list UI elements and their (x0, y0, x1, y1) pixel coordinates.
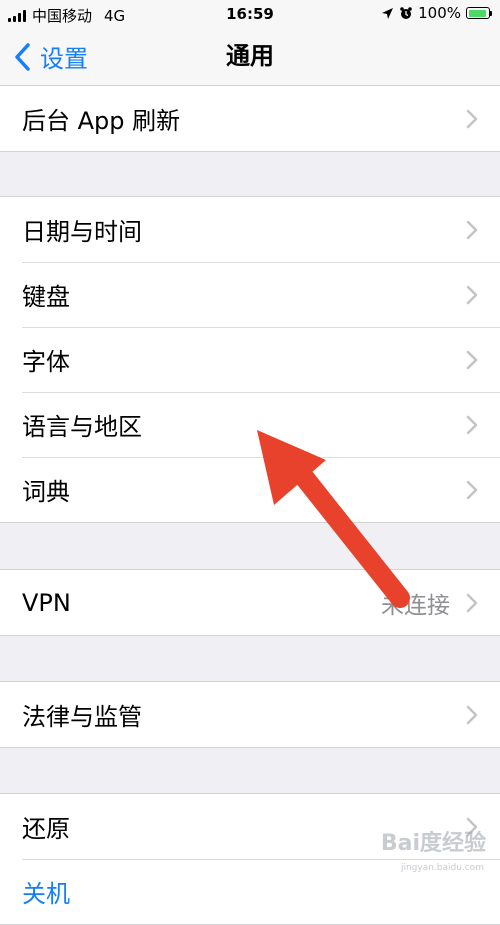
row-label: 后台 App 刷新 (22, 107, 181, 135)
chevron-right-icon (466, 285, 478, 305)
page-title: 通用 (226, 42, 274, 70)
vpn-status: 未连接 (381, 592, 450, 619)
row-keyboard[interactable]: 键盘 (0, 262, 500, 327)
chevron-right-icon (466, 220, 478, 240)
row-label: 还原 (22, 815, 70, 843)
chevron-right-icon (466, 593, 478, 613)
settings-group: 日期与时间 键盘 字体 语言与地区 词典 (0, 196, 500, 523)
watermark-logo: Bai度经验 jingyan.baidu.com (342, 817, 492, 877)
battery-percent: 100% (418, 4, 461, 22)
row-label: 键盘 (22, 283, 70, 311)
row-legal-regulatory[interactable]: 法律与监管 (0, 682, 500, 747)
row-background-app-refresh[interactable]: 后台 App 刷新 (0, 86, 500, 151)
watermark-text: Bai度经验 (380, 831, 486, 856)
chevron-right-icon (466, 109, 478, 129)
row-fonts[interactable]: 字体 (0, 327, 500, 392)
row-label: VPN (22, 588, 71, 617)
alarm-icon (400, 7, 412, 19)
battery-icon (466, 7, 490, 19)
row-label: 关机 (22, 880, 70, 908)
row-label: 词典 (22, 478, 70, 506)
row-label: 日期与时间 (22, 218, 142, 246)
row-label: 法律与监管 (22, 703, 142, 731)
chevron-right-icon (466, 415, 478, 435)
row-label: 语言与地区 (22, 413, 142, 441)
row-date-time[interactable]: 日期与时间 (0, 197, 500, 262)
watermark-url: jingyan.baidu.com (400, 863, 484, 873)
status-right: 100% (381, 4, 492, 22)
settings-group: 法律与监管 (0, 681, 500, 748)
chevron-right-icon (466, 705, 478, 725)
settings-group: VPN 未连接 (0, 569, 500, 636)
row-dictionary[interactable]: 词典 (0, 457, 500, 522)
row-language-region[interactable]: 语言与地区 (0, 392, 500, 457)
navigation-bar: 设置 通用 (0, 28, 500, 86)
chevron-right-icon (466, 480, 478, 500)
location-icon (382, 7, 394, 19)
settings-group: 后台 App 刷新 (0, 85, 500, 152)
row-label: 字体 (22, 348, 70, 376)
chevron-right-icon (466, 350, 478, 370)
row-vpn[interactable]: VPN 未连接 (0, 570, 500, 635)
status-bar: 中国移动 4G 16:59 100% (0, 0, 500, 28)
